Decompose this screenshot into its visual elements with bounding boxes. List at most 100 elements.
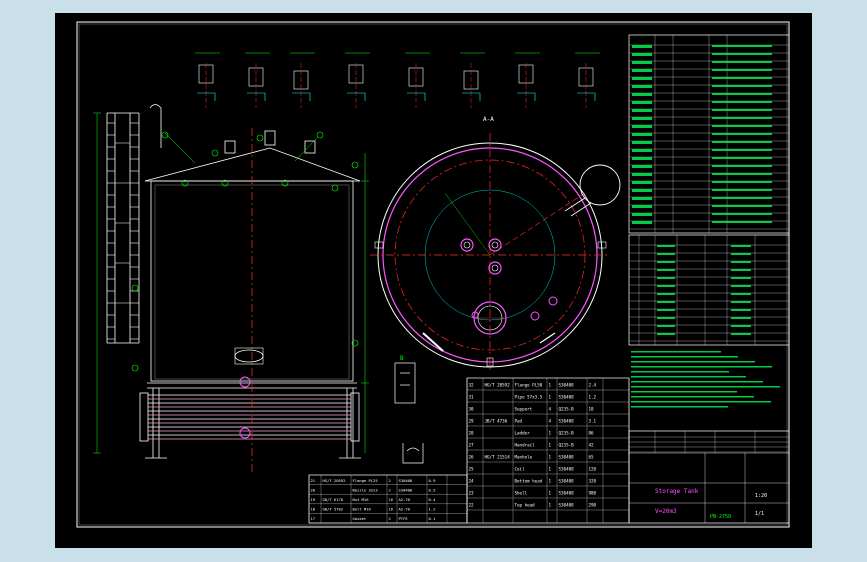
parts-cell: 2.4: [589, 383, 597, 388]
parts-cell: 4: [549, 407, 552, 412]
tank-roof: [144, 147, 361, 182]
parts-cell: 26: [469, 455, 475, 460]
drawing-frame: [76, 21, 790, 528]
parts-cell: S30408: [559, 395, 575, 400]
parts-list-lower: 21 HG/T 20592 Flange PL25 2 S30408 0.9 20 Nozzl…: [308, 474, 468, 524]
parts-cell: 25: [469, 467, 475, 472]
lower-parts-cell: PTFE: [399, 516, 409, 521]
lower-parts-cell: 19: [311, 497, 316, 502]
parts-cell: 32: [469, 383, 475, 388]
lower-parts-cell: Nut M16: [353, 497, 370, 502]
parts-cell: 1: [549, 491, 552, 496]
lower-parts-cell: 16: [389, 497, 394, 502]
parts-cell: 1: [549, 383, 552, 388]
parts-cell: 1: [549, 467, 552, 472]
coil-header-right: [350, 392, 360, 442]
parts-cell: Q235-B: [559, 431, 575, 436]
parts-cell: Handrail: [515, 443, 536, 448]
nozzle-table: [628, 234, 790, 346]
parts-cell: S30408: [559, 479, 575, 484]
lower-parts-cell: 18: [311, 507, 316, 512]
handrail: [149, 104, 162, 148]
parts-cell: S30408: [559, 503, 575, 508]
ladder-rungs: [107, 122, 139, 340]
parts-cell: Support: [515, 407, 533, 412]
svg-text:B: B: [400, 355, 404, 362]
title-block: Storage Tank V=20m3 1:20 1/1 PN-2750: [628, 430, 790, 524]
lower-parts-cell: GB/T 5782: [323, 507, 344, 512]
lower-parts-cell: 2: [389, 516, 391, 521]
parts-cell: 120: [589, 467, 597, 472]
parts-cell: Top head: [515, 503, 536, 508]
parts-cell: 86: [589, 431, 595, 436]
parts-list: 32 HG/T 20592 Flange PL50 1 S30408 2.4 31 Pipe …: [466, 377, 630, 524]
cad-drawing: A-A B 32 HG/T 20592 Flange PL50 1 S30408 2.4 3…: [76, 21, 790, 528]
lower-parts-cell: 0.5: [429, 487, 436, 492]
parts-cell: Shell: [515, 491, 528, 496]
parts-cell: Pad: [515, 419, 523, 424]
parts-cell: S30408: [559, 467, 575, 472]
tech-spec-table: [628, 34, 790, 234]
parts-cell: 1: [549, 479, 552, 484]
side-manhole: [234, 349, 264, 363]
parts-cell: S30408: [559, 383, 575, 388]
cad-viewport[interactable]: A-A B 32 HG/T 20592 Flange PL50 1 S30408 2.4 3…: [55, 13, 812, 548]
parts-cell: 4: [549, 419, 552, 424]
lower-parts-cell: Bolt M16: [353, 507, 372, 512]
lower-parts-cell: 0.9: [429, 478, 437, 483]
parts-cell: S30408: [559, 491, 575, 496]
inner-frame: [78, 23, 788, 526]
parts-cell: 3.1: [589, 419, 597, 424]
elevation-dimensions: [93, 112, 369, 454]
plan-view: A-A: [370, 116, 621, 373]
coil-header-left: [139, 392, 149, 442]
lower-parts-cell: HG/T 20592: [323, 478, 346, 483]
parts-cell: 23: [469, 491, 475, 496]
detail-views: [195, 52, 600, 108]
parts-cell: 1: [549, 503, 552, 508]
parts-cell: 980: [589, 491, 597, 496]
lower-parts-cell: 21: [311, 478, 316, 483]
title-sheet: 1/1: [755, 511, 764, 517]
parts-cell: 1: [549, 431, 552, 436]
parts-cell: 18: [589, 407, 595, 412]
parts-cell: HG/T 20592: [485, 383, 511, 388]
technical-notes: [631, 351, 780, 408]
lower-parts-cell: Flange PL25: [353, 478, 378, 483]
lower-parts-cell: A2-70: [399, 507, 411, 512]
lower-parts-cell: Gasket: [353, 516, 367, 521]
lower-parts-cell: 1.2: [429, 507, 436, 512]
parts-cell: 31: [469, 395, 475, 400]
parts-cell: 1.2: [589, 395, 597, 400]
parts-cell: Coil: [515, 467, 526, 472]
parts-cell: S30408: [559, 455, 575, 460]
side-nozzles: [239, 376, 251, 439]
parts-cell: 27: [469, 443, 475, 448]
parts-cell: Q235-B: [559, 443, 575, 448]
plan-view-label: A-A: [483, 116, 494, 123]
part-number: PN-2750: [710, 514, 731, 520]
plan-external-vessel: [579, 164, 621, 206]
title-line-1: Storage Tank: [655, 488, 699, 495]
title-line-2: V=20m3: [655, 508, 677, 515]
parts-cell: 320: [589, 479, 597, 484]
ladder-cage: [106, 112, 140, 344]
parts-cell: 42: [589, 443, 595, 448]
lower-parts-cell: 2: [389, 478, 391, 483]
parts-cell: Q235-B: [559, 407, 575, 412]
lower-parts-cell: 0.1: [429, 516, 437, 521]
parts-cell: 1: [549, 455, 552, 460]
parts-cell: 290: [589, 503, 597, 508]
lower-parts-cell: 17: [311, 516, 316, 521]
b-detail: B: [394, 355, 424, 464]
parts-cell: Flange PL50: [515, 383, 543, 388]
parts-cell: Manhole: [515, 455, 533, 460]
parts-cell: JB/T 4736: [485, 419, 508, 424]
parts-cell: 65: [589, 455, 595, 460]
lower-parts-cell: Nozzle 32x3: [353, 487, 378, 492]
lower-parts-cell: 0.4: [429, 497, 437, 502]
parts-cell: Bottom head: [515, 479, 543, 484]
parts-cell: 1: [549, 443, 552, 448]
parts-cell: 30: [469, 407, 475, 412]
parts-cell: Ladder: [515, 431, 531, 436]
